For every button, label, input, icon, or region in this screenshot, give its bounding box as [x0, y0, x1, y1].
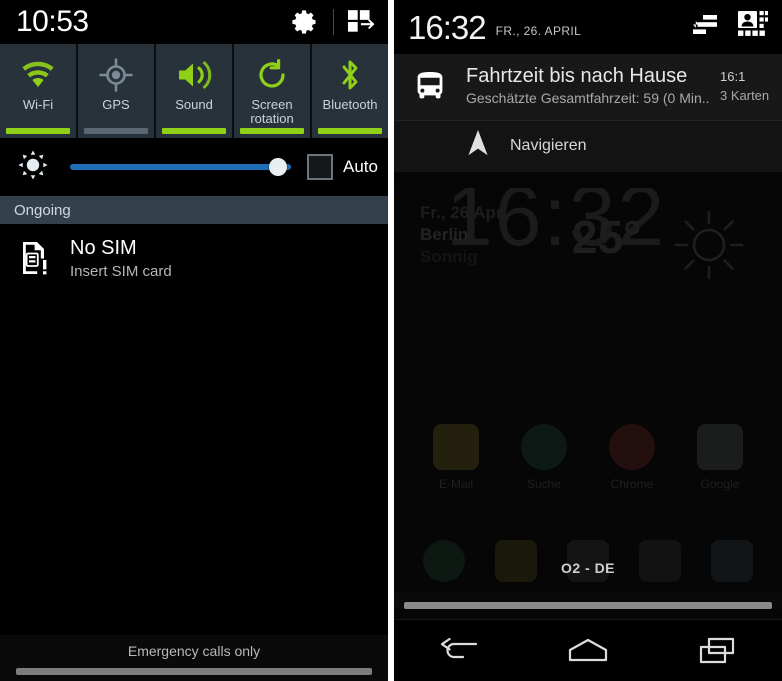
- chrome-icon: [609, 424, 655, 470]
- app-label: Suche: [526, 477, 562, 491]
- toggle-label: Sound: [175, 97, 213, 112]
- toggle-label: Bluetooth: [322, 97, 378, 112]
- notification-title: Fahrtzeit bis nach Hause: [466, 65, 688, 87]
- home-weather-widget: Fr., 26 Apr Berlin Sonnig: [420, 202, 503, 268]
- left-phone-panel: 10:53 Wi-Fi GPS Sound Screen rotation Bl…: [0, 0, 388, 681]
- toggle-label: GPS: [102, 97, 130, 112]
- back-button[interactable]: [429, 631, 489, 671]
- toggle-screen-rotation[interactable]: Screen rotation: [234, 44, 310, 138]
- status-bar-divider: [333, 9, 334, 35]
- notification-subtitle: Geschätzte Gesamtfahrzeit: 59 (0 Min..: [466, 90, 710, 106]
- home-button[interactable]: [558, 631, 618, 671]
- toggle-state-bar: [318, 128, 382, 134]
- app-label: E-Mail: [438, 477, 473, 491]
- bus-icon: [394, 64, 466, 100]
- action-label: Navigieren: [510, 136, 587, 154]
- toggle-wifi[interactable]: Wi-Fi: [0, 44, 76, 138]
- notification-time: 16:1: [720, 69, 746, 84]
- search-icon: [521, 424, 567, 470]
- brightness-row: Auto: [0, 138, 388, 196]
- auto-brightness-label: Auto: [343, 157, 378, 176]
- left-panel-footer: Emergency calls only: [0, 635, 388, 681]
- screen-rotation-icon: [256, 55, 288, 95]
- toggle-label: Wi-Fi: [22, 97, 54, 112]
- quick-settings-toggles: Wi-Fi GPS Sound Screen rotation Bluetoot…: [0, 44, 388, 138]
- right-status-clock: 16:32: [408, 8, 487, 46]
- panel-drag-handle[interactable]: [404, 602, 772, 609]
- toggle-state-bar: [162, 128, 226, 134]
- right-status-bar: 16:32 FR., 26. APRIL: [394, 0, 782, 54]
- toggle-state-bar: [6, 128, 70, 134]
- gear-icon[interactable]: [291, 8, 319, 36]
- screenshot-stage: 10:53 Wi-Fi GPS Sound Screen rotation Bl…: [0, 0, 782, 681]
- email-icon: [433, 424, 479, 470]
- left-status-clock: 10:53: [16, 5, 89, 38]
- home-app-row: E-Mail Suche Chrome Google: [394, 424, 782, 491]
- home-weather-condition: Sonnig: [420, 247, 478, 266]
- ongoing-section-header: Ongoing: [0, 196, 388, 224]
- toggle-state-bar: [84, 128, 148, 134]
- left-status-bar: 10:53: [0, 0, 388, 44]
- notification-meta: 3 Karten: [720, 88, 770, 103]
- toggle-gps[interactable]: GPS: [78, 44, 154, 138]
- gps-icon: [99, 55, 133, 95]
- notification-no-sim[interactable]: No SIM Insert SIM card: [0, 224, 388, 296]
- toggle-bluetooth[interactable]: Bluetooth: [312, 44, 388, 138]
- app-label: Chrome: [610, 477, 654, 491]
- contacts-grid-icon[interactable]: [738, 10, 768, 44]
- slider-track: [70, 164, 292, 170]
- notification-action-navigate[interactable]: Navigieren: [394, 120, 782, 172]
- home-app-icon[interactable]: E-Mail: [419, 424, 493, 491]
- google-icon: [697, 424, 743, 470]
- brightness-slider[interactable]: [70, 154, 292, 180]
- right-status-actions: [690, 10, 768, 44]
- right-status-date: FR., 26. APRIL: [495, 24, 582, 38]
- app-label: Google: [700, 477, 740, 491]
- home-weather-date: Fr., 26 Apr: [420, 203, 503, 222]
- notification-side-info: 16:1 3 Karten: [720, 64, 782, 105]
- notification-text: No SIM Insert SIM card: [70, 236, 172, 282]
- android-nav-bar: [394, 619, 782, 681]
- notification-main-text: Fahrtzeit bis nach Hause Geschätzte Gesa…: [466, 64, 720, 108]
- right-panel-drag-area: [394, 592, 782, 609]
- grid-toggle-icon[interactable]: [348, 9, 376, 35]
- sort-lines-icon[interactable]: [690, 12, 720, 43]
- slider-knob[interactable]: [268, 158, 287, 176]
- home-app-icon[interactable]: Google: [683, 424, 757, 491]
- wifi-icon: [19, 55, 57, 95]
- home-weather-temperature: 25°: [572, 211, 642, 263]
- sun-icon: [672, 208, 746, 282]
- notification-subtitle: Insert SIM card: [70, 263, 172, 280]
- sim-card-alert-icon: [18, 236, 52, 281]
- sound-icon: [176, 55, 212, 95]
- carrier-label: O2 - DE: [560, 560, 616, 576]
- section-header-label: Ongoing: [14, 201, 71, 219]
- home-app-icon[interactable]: Suche: [507, 424, 581, 491]
- dimmed-home-screen: 16:32 Fr., 26 Apr Berlin Sonnig 25° E-Ma…: [394, 188, 782, 681]
- toggle-sound[interactable]: Sound: [156, 44, 232, 138]
- left-status-actions: [291, 8, 376, 36]
- auto-brightness-checkbox[interactable]: [307, 154, 334, 180]
- panel-drag-handle[interactable]: [16, 668, 372, 675]
- home-weather-city: Berlin: [420, 225, 469, 244]
- right-phone-panel: 16:32 FR., 26. APRIL Fahrtzeit bis nach …: [394, 0, 782, 681]
- brightness-sun-icon: [18, 150, 48, 185]
- notification-title: No SIM: [70, 237, 137, 259]
- toggle-label: Screen rotation: [250, 97, 294, 126]
- navigation-arrow-icon: [466, 130, 490, 161]
- notification-commute[interactable]: Fahrtzeit bis nach Hause Geschätzte Gesa…: [394, 54, 782, 120]
- bluetooth-icon: [337, 55, 363, 95]
- home-app-icon[interactable]: Chrome: [595, 424, 669, 491]
- toggle-state-bar: [240, 128, 304, 134]
- recents-button[interactable]: [687, 631, 747, 671]
- emergency-status-text: Emergency calls only: [127, 643, 261, 659]
